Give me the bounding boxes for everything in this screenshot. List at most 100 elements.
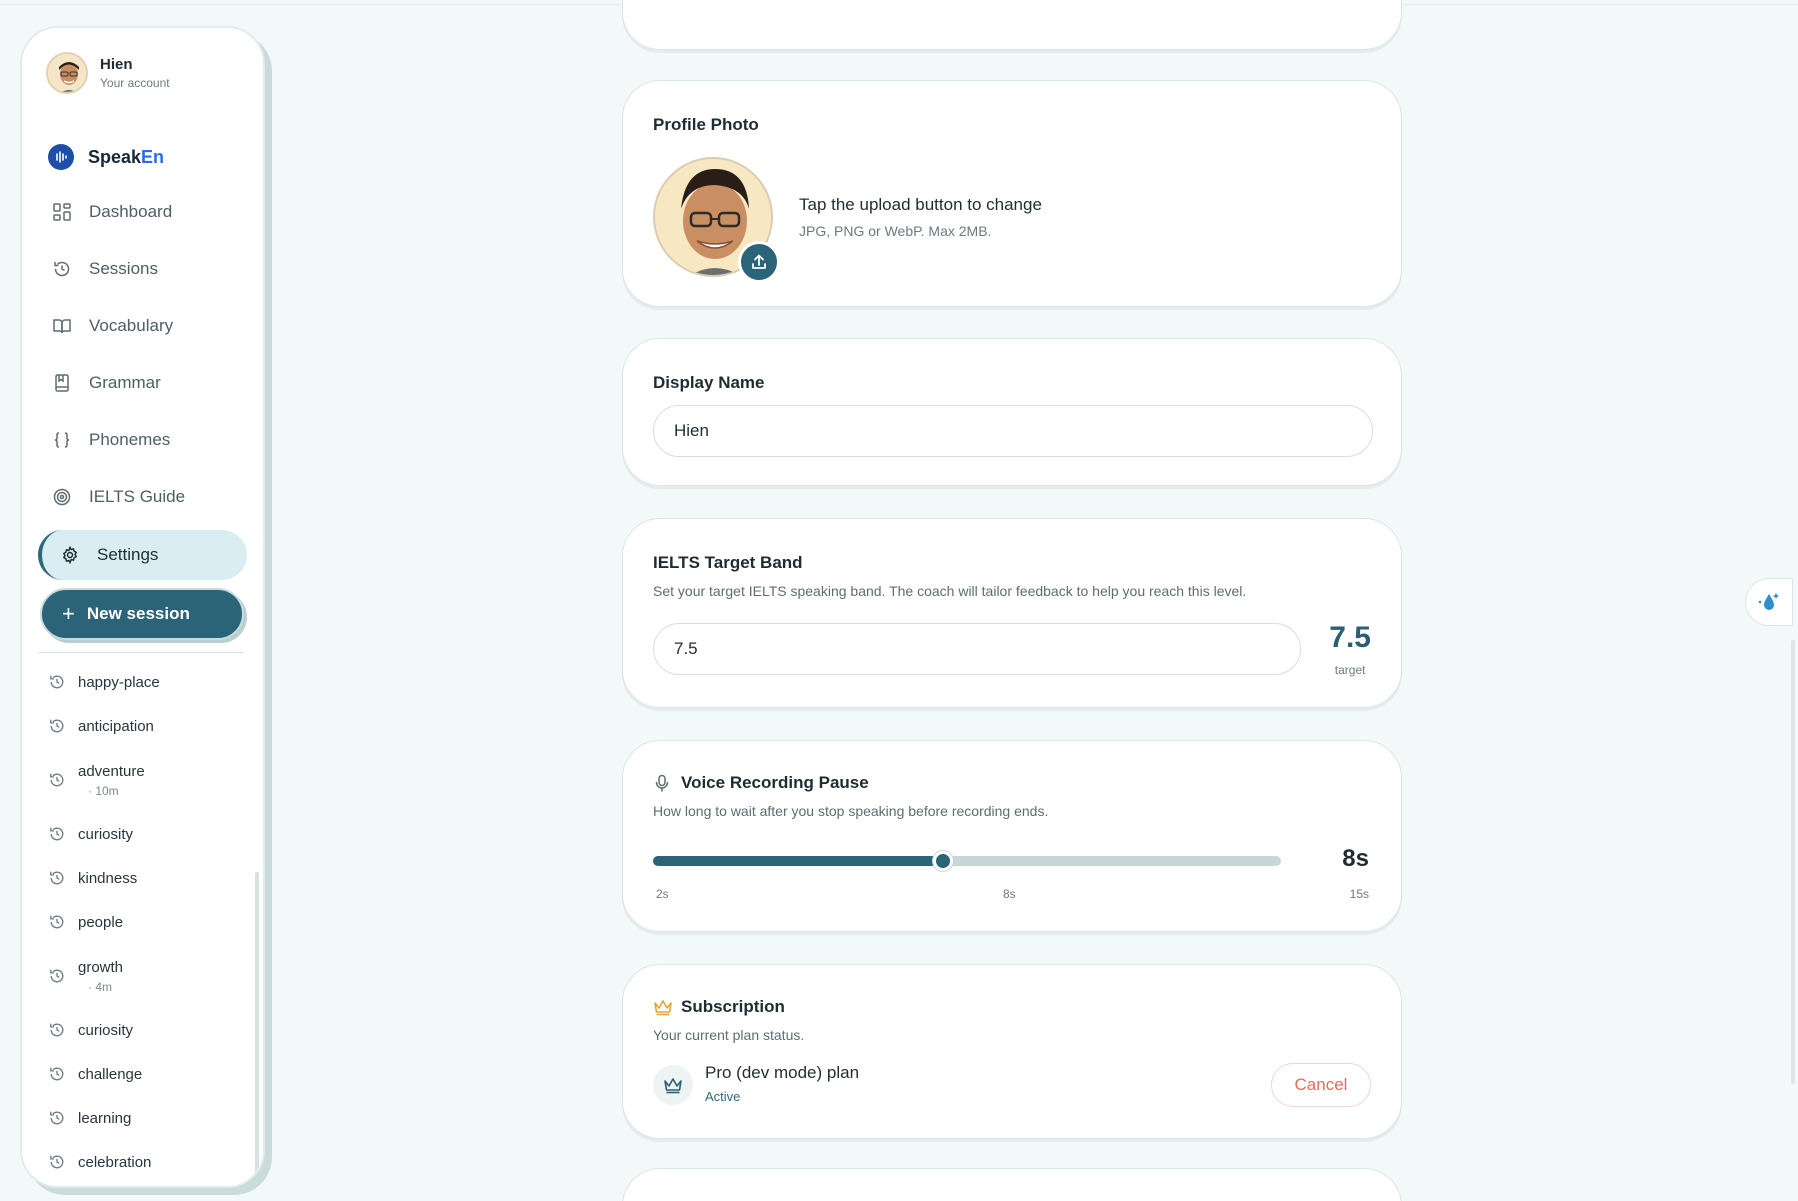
- history-topic: celebration: [78, 1153, 152, 1171]
- nav-item-settings[interactable]: Settings: [38, 530, 247, 580]
- nav-item-ielts-guide[interactable]: IELTS Guide: [22, 468, 263, 525]
- new-session-label: New session: [86, 604, 190, 623]
- subscription-description: Your current plan status.: [653, 1027, 805, 1043]
- brand[interactable]: SpeakEn: [48, 144, 164, 170]
- sidebar-divider: [38, 652, 244, 653]
- cancel-subscription-button[interactable]: Cancel: [1271, 1063, 1371, 1107]
- next-card: [622, 1168, 1402, 1201]
- nav-item-dashboard[interactable]: Dashboard: [22, 183, 263, 240]
- history-duration: · 10m: [88, 783, 119, 798]
- history-icon: [48, 869, 66, 887]
- slider-min-label: 2s: [656, 887, 669, 901]
- history-icon: [48, 1021, 66, 1039]
- history-item[interactable]: curiosity: [22, 812, 263, 856]
- nav-item-sessions[interactable]: Sessions: [22, 240, 263, 297]
- sparkle-drop-icon: [1758, 593, 1779, 610]
- brand-name-part1: Speak: [88, 146, 142, 167]
- history-topic: growth: [78, 958, 124, 976]
- slider-max-label: 15s: [1349, 887, 1369, 901]
- slider-mid-label: 8s: [1003, 887, 1016, 901]
- history-topic: anticipation: [78, 717, 154, 735]
- subscription-card: Subscription Your current plan status. P…: [622, 964, 1402, 1139]
- page-scrollbar[interactable]: [1791, 640, 1795, 1084]
- history-item[interactable]: anticipation: [22, 1184, 263, 1186]
- book-open-icon: [52, 316, 72, 336]
- history-icon: [48, 913, 66, 931]
- session-history-list: happy-place anticipation adventure · 10m…: [22, 660, 263, 1186]
- voice-pause-title: Voice Recording Pause: [681, 773, 869, 792]
- history-item[interactable]: kindness: [22, 856, 263, 900]
- history-icon: [48, 967, 66, 985]
- settings-tabs-card: [622, 0, 1402, 50]
- account-name: Hien: [100, 56, 133, 73]
- history-icon: [48, 673, 66, 691]
- history-item[interactable]: people: [22, 900, 263, 944]
- sidebar: Hien Your account SpeakEn Dashboard Sess…: [20, 26, 265, 1188]
- target-band-title: IELTS Target Band: [653, 553, 803, 572]
- notebook-icon: [52, 373, 72, 393]
- display-name-input[interactable]: Hien: [653, 405, 1373, 457]
- microphone-icon: [653, 774, 671, 792]
- history-duration: · 4m: [88, 979, 112, 994]
- nav-item-label: IELTS Guide: [89, 486, 186, 506]
- crown-icon: [653, 998, 673, 1016]
- history-topic: people: [78, 913, 124, 931]
- history-topic: curiosity: [78, 1021, 134, 1039]
- nav-item-phonemes[interactable]: Phonemes: [22, 411, 263, 468]
- plus-icon: +: [62, 601, 75, 626]
- pause-slider-fill: [653, 856, 943, 866]
- profile-photo-title: Profile Photo: [653, 115, 759, 134]
- display-name-card: Display Name Hien: [622, 338, 1402, 486]
- account-block[interactable]: Hien Your account: [46, 52, 170, 94]
- history-item[interactable]: learning: [22, 1096, 263, 1140]
- voice-pause-card: Voice Recording Pause How long to wait a…: [622, 740, 1402, 932]
- nav-item-label: Settings: [97, 545, 159, 564]
- nav-item-vocabulary[interactable]: Vocabulary: [22, 297, 263, 354]
- plan-status: Active: [705, 1089, 741, 1104]
- history-item[interactable]: curiosity: [22, 1008, 263, 1052]
- target-band-display: 7.5 target: [1329, 621, 1371, 677]
- history-item[interactable]: adventure · 10m: [22, 748, 263, 812]
- nav-item-label: Phonemes: [89, 429, 171, 449]
- history-item[interactable]: growth · 4m: [22, 944, 263, 1008]
- account-subtitle: Your account: [100, 76, 170, 90]
- history-item[interactable]: anticipation: [22, 704, 263, 748]
- brand-name-part2: En: [141, 146, 165, 167]
- history-item[interactable]: happy-place: [22, 660, 263, 704]
- profile-photo-card: Profile Photo Tap the upload button to c…: [622, 80, 1402, 307]
- photo-instruction: Tap the upload button to change: [799, 195, 1042, 214]
- history-item[interactable]: celebration: [22, 1140, 263, 1184]
- assistant-button[interactable]: [1745, 578, 1793, 626]
- sidebar-scrollbar[interactable]: [255, 872, 259, 1186]
- grid-icon: [52, 202, 72, 222]
- history-icon: [48, 1153, 66, 1171]
- new-session-button[interactable]: + New session: [40, 588, 244, 640]
- pause-slider-thumb[interactable]: [933, 851, 953, 871]
- pause-slider-value: 8s: [1342, 845, 1369, 872]
- history-icon: [48, 717, 66, 735]
- nav-item-grammar[interactable]: Grammar: [22, 354, 263, 411]
- crown-icon: [653, 1065, 693, 1105]
- history-icon: [48, 825, 66, 843]
- target-band-input[interactable]: 7.5: [653, 623, 1301, 675]
- history-icon: [48, 1065, 66, 1083]
- target-band-number: 7.5: [1329, 621, 1371, 654]
- nav-item-label: Sessions: [89, 258, 158, 278]
- brand-name: SpeakEn: [88, 147, 164, 168]
- history-icon: [52, 259, 72, 279]
- history-icon: [48, 1109, 66, 1127]
- pause-slider-track[interactable]: [653, 851, 1281, 871]
- history-topic: learning: [78, 1109, 132, 1127]
- upload-photo-button[interactable]: [738, 241, 780, 283]
- upload-icon: [752, 254, 766, 269]
- target-band-label: target: [1334, 663, 1366, 677]
- nav-item-label: Grammar: [89, 372, 161, 392]
- nav-item-label: Vocabulary: [89, 315, 174, 335]
- history-topic: curiosity: [78, 825, 134, 843]
- history-item[interactable]: challenge: [22, 1052, 263, 1096]
- history-topic: happy-place: [78, 673, 160, 691]
- nav-item-label: Dashboard: [89, 201, 173, 221]
- subscription-title: Subscription: [681, 997, 785, 1016]
- braces-icon: [52, 430, 72, 450]
- photo-hint: JPG, PNG or WebP. Max 2MB.: [799, 223, 992, 239]
